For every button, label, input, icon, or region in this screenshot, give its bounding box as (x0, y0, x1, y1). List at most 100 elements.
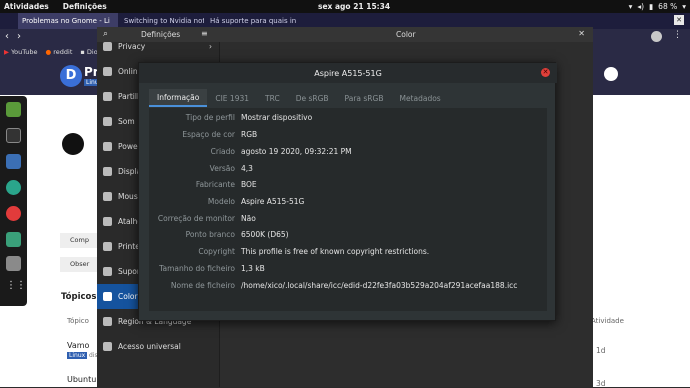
profile-dialog: Aspire A515-51G ✕ Informação CIE 1931 TR… (138, 62, 557, 321)
bookmark-dio[interactable]: ▪ Dio (80, 48, 97, 56)
gnome-top-bar: Atividades Definições sex ago 21 15:34 ▾… (0, 0, 690, 13)
app-icon[interactable] (6, 180, 21, 195)
region-icon (103, 317, 112, 326)
accessibility-icon (103, 342, 112, 351)
info-value: Mostrar dispositivo (241, 113, 313, 122)
app-menu[interactable]: Definições (63, 2, 107, 11)
info-key: Nome de ficheiro (170, 281, 235, 290)
close-icon[interactable]: ✕ (578, 29, 585, 38)
info-value: 4,3 (241, 164, 253, 173)
info-value: Não (241, 214, 256, 223)
info-value: agosto 19 2020, 09:32:21 PM (241, 147, 352, 156)
profile-info-table: Tipo de perfil Mostrar dispositivo Espaço… (149, 108, 547, 311)
display-icon (103, 167, 112, 176)
info-key: Modelo (207, 197, 235, 206)
download-icon[interactable] (6, 154, 21, 169)
info-value: This profile is free of known copyright … (241, 247, 430, 256)
info-value: BOE (241, 180, 257, 189)
share-button[interactable]: Comp (60, 233, 98, 248)
media-icon (103, 267, 112, 276)
dialog-title: Aspire A515-51G (314, 68, 382, 78)
tab-metadata[interactable]: Metadados (391, 89, 448, 107)
tab-title: Switching to Nvidia not w (124, 17, 204, 25)
youtube-icon: ▶ (4, 47, 9, 56)
tab-from-srgb[interactable]: De sRGB (288, 89, 337, 107)
bookmark-icon: ▪ (80, 47, 85, 56)
back-icon[interactable]: ‹ (5, 31, 9, 42)
info-row-profile-type: Tipo de perfil Mostrar dispositivo (149, 113, 547, 129)
share-button-label: Comp (70, 236, 89, 244)
info-key: Ponto branco (185, 230, 235, 239)
bookmark-reddit[interactable]: ● reddit (46, 48, 73, 56)
sidebar-item-privacy[interactable]: Privacy › (97, 34, 220, 59)
info-key: Espaço de cor (182, 130, 235, 139)
system-tray[interactable]: ▾ ◂) ▮ 68 % ▾ (629, 2, 686, 11)
online-accounts-icon (103, 67, 112, 76)
avatar (62, 133, 84, 155)
battery-level: 68 % (658, 2, 678, 11)
sidebar-item-label: Som (118, 117, 135, 126)
info-key: Tipo de perfil (185, 113, 235, 122)
info-row-display-correction: Correção de monitor Não (149, 214, 547, 230)
tab-trc[interactable]: TRC (257, 89, 288, 107)
privacy-icon (103, 42, 112, 51)
sidebar-item-accessibility[interactable]: Acesso universal (97, 334, 220, 359)
close-icon[interactable]: ✕ (674, 15, 684, 25)
power-icon (103, 142, 112, 151)
info-key: Versão (209, 164, 235, 173)
printer-icon (103, 242, 112, 251)
info-key: Copyright (198, 247, 235, 256)
info-row-version: Versão 4,3 (149, 164, 547, 180)
files-icon[interactable] (6, 102, 21, 117)
bookmark-label: reddit (53, 47, 73, 56)
sidebar-item-label: Acesso universal (118, 342, 181, 351)
watch-button-label: Obser (70, 260, 90, 268)
sound-icon (103, 117, 112, 126)
sidebar-item-label: Privacy (118, 42, 146, 51)
info-row-model: Modelo Aspire A515-51G (149, 197, 547, 213)
site-logo[interactable]: D (60, 65, 82, 87)
info-value: Aspire A515-51G (241, 197, 305, 206)
mouse-icon (103, 192, 112, 201)
settings-icon[interactable] (6, 232, 21, 247)
keyboard-icon (103, 217, 112, 226)
clock[interactable]: sex ago 21 15:34 (318, 2, 390, 11)
battery-icon: ▮ (649, 2, 654, 11)
tab-information[interactable]: Informação (149, 89, 208, 107)
topic-activity: 1d (596, 346, 606, 355)
activities-button[interactable]: Atividades (4, 2, 49, 11)
info-key: Fabricante (195, 180, 235, 189)
dialog-titlebar: Aspire A515-51G ✕ (139, 63, 557, 83)
topic-tag[interactable]: Linux (67, 352, 88, 359)
bookmark-youtube[interactable]: ▶ YouTube (4, 48, 38, 56)
info-value: 6500K (D65) (241, 230, 289, 239)
sharing-icon (103, 92, 112, 101)
avatar[interactable] (651, 31, 662, 42)
tab-to-srgb[interactable]: Para sRGB (337, 89, 392, 107)
app-grid-icon[interactable]: ⋮⋮ (6, 280, 26, 295)
info-row-copyright: Copyright This profile is free of known c… (149, 247, 547, 263)
info-value: 1,3 kB (241, 264, 265, 273)
info-row-manufacturer: Fabricante BOE (149, 180, 547, 196)
notifications-icon[interactable] (604, 67, 618, 81)
forward-icon[interactable]: › (17, 31, 21, 42)
tab-title: Problemas no Gnome - Li (22, 17, 110, 25)
close-icon[interactable]: ✕ (541, 68, 550, 77)
info-row-file-size: Tamanho do ficheiro 1,3 kB (149, 264, 547, 280)
dock: ⋮⋮ (0, 96, 27, 306)
info-key: Correção de monitor (157, 214, 235, 223)
terminal-icon[interactable] (6, 128, 21, 143)
info-value: /home/xico/.local/share/icc/edid-d22fe3f… (241, 281, 518, 290)
menu-icon[interactable]: ⋮ (673, 30, 682, 40)
vivaldi-icon[interactable] (6, 206, 21, 221)
dialog-tabs: Informação CIE 1931 TRC De sRGB Para sRG… (149, 89, 449, 107)
volume-icon: ◂) (637, 2, 645, 11)
trash-icon[interactable] (6, 256, 21, 271)
tab-title: Há suporte para quais in (210, 17, 297, 25)
info-row-filename: Nome de ficheiro/home/xico/.local/share/… (149, 281, 547, 297)
tab-cie-1931[interactable]: CIE 1931 (207, 89, 257, 107)
watch-button[interactable]: Obser (60, 257, 98, 272)
network-icon: ▾ (628, 2, 633, 11)
topic-title[interactable]: Vamo (67, 341, 89, 350)
color-icon (103, 292, 112, 301)
